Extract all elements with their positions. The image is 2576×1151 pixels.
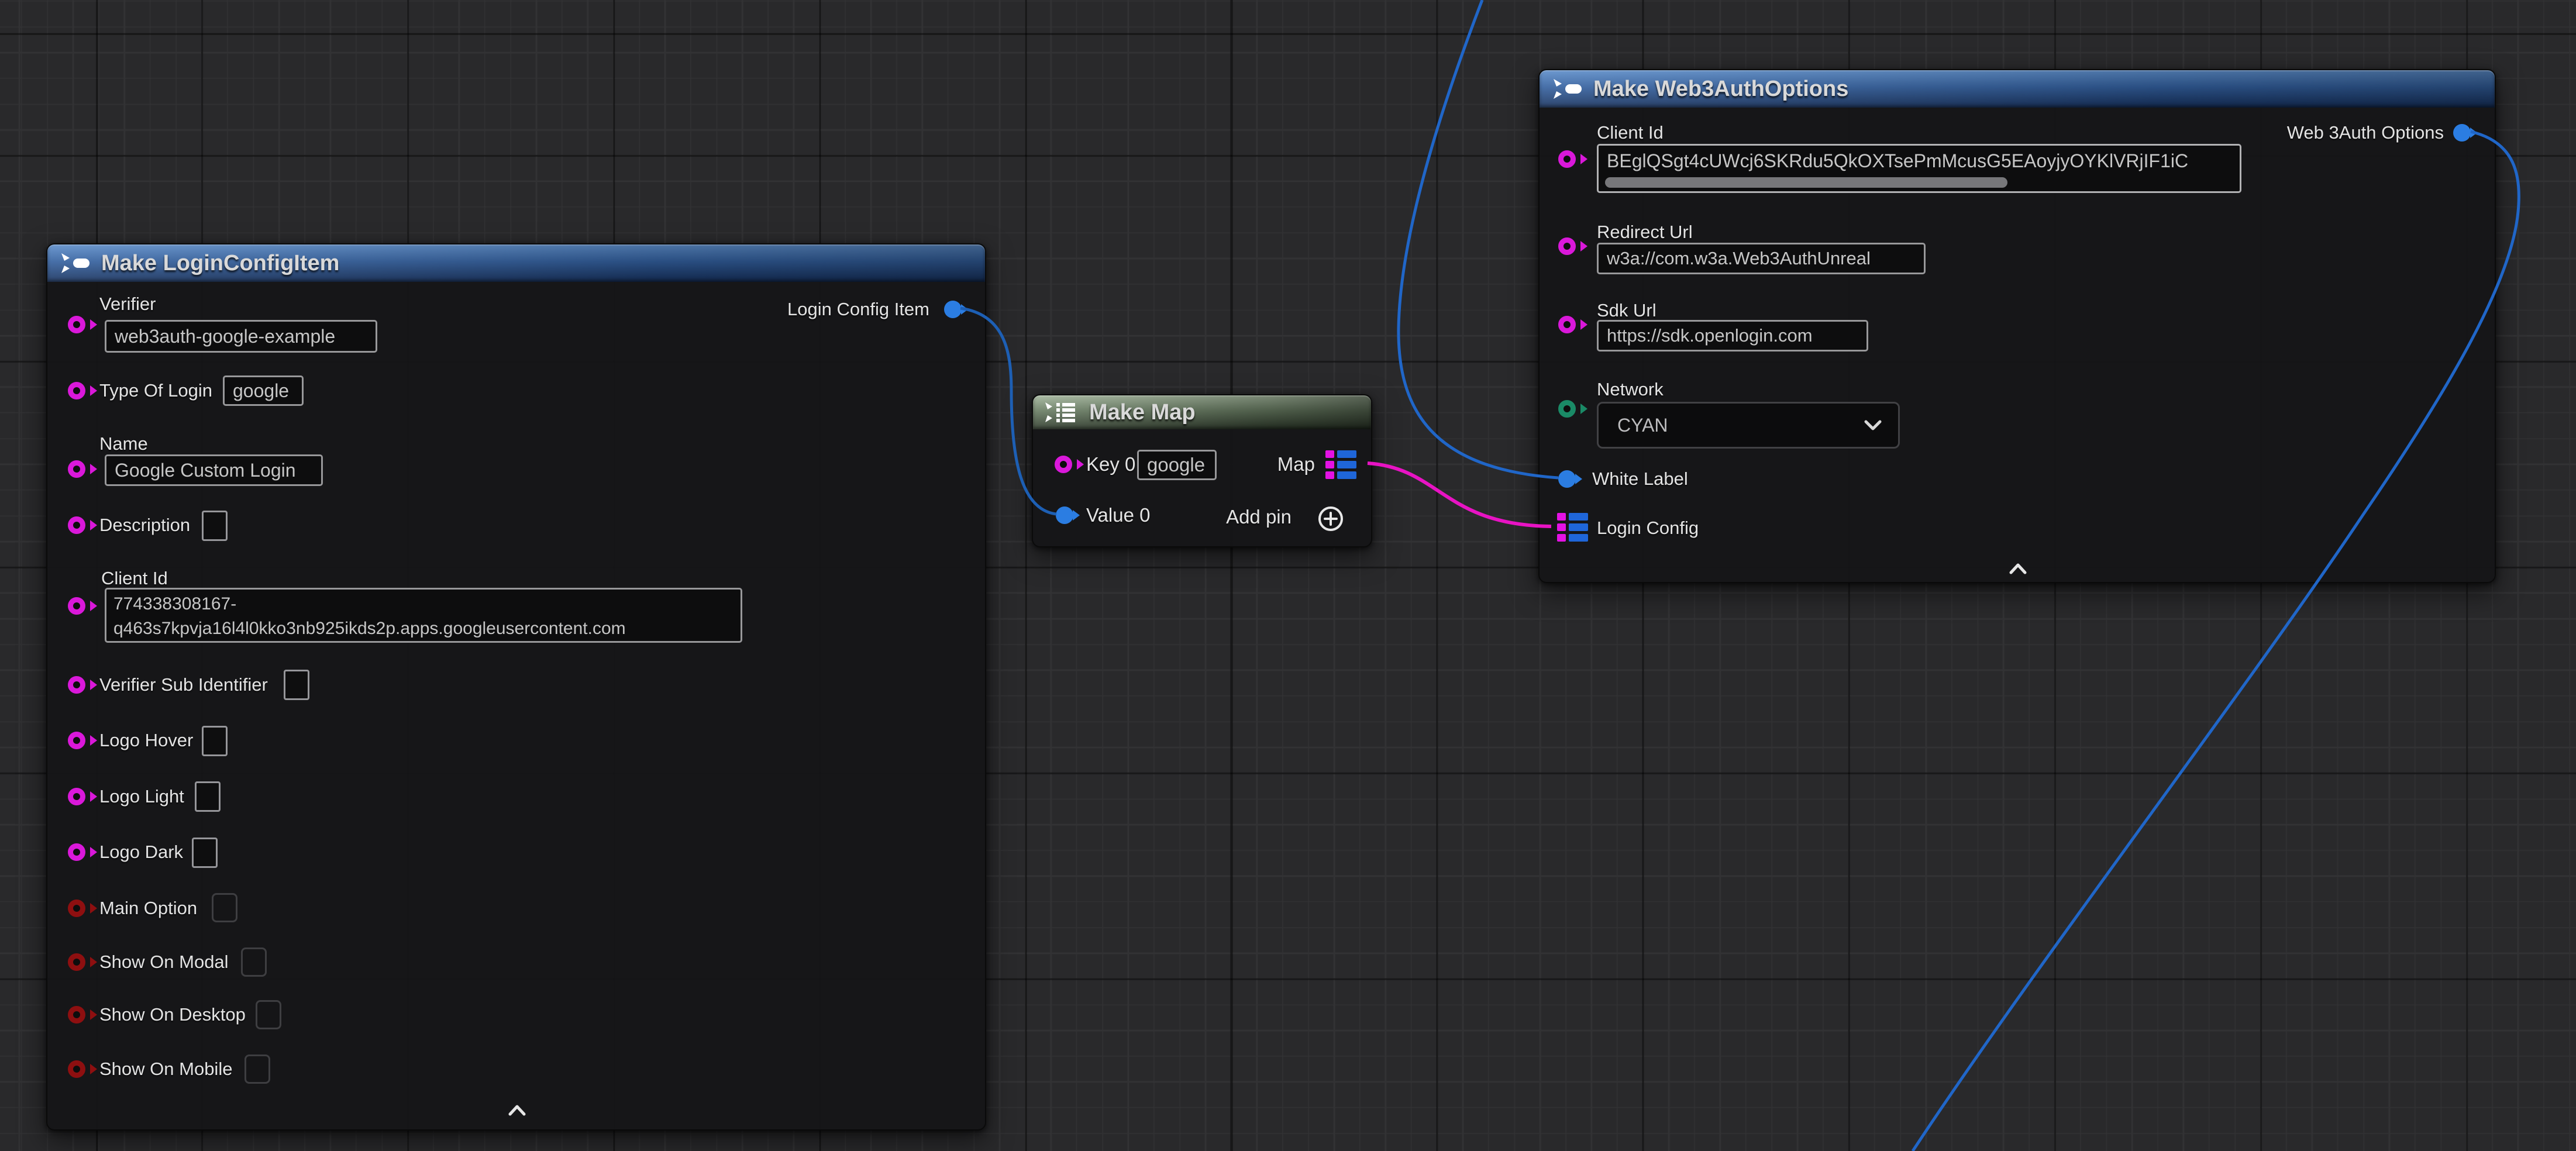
pin-label-name: Name [99,433,148,454]
add-pin-button[interactable] [1317,505,1344,532]
show-on-desktop-checkbox[interactable] [256,1000,281,1029]
dropdown-chevron-icon [1863,419,1883,432]
pin-label-client-id: Client Id [101,568,168,589]
pin-out-web3auth-options[interactable] [2453,124,2471,142]
pin-type-of-login[interactable] [68,382,85,399]
pin-verifier[interactable] [68,316,85,333]
add-pin-label: Add pin [1226,506,1292,528]
node-make-loginconfigitem: Make LoginConfigItem Login Config Item V… [46,243,986,1131]
pin-label-show-on-modal: Show On Modal [99,952,229,973]
pin-logo-hover[interactable] [68,732,85,749]
logo-hover-input[interactable] [202,726,228,756]
logo-light-input[interactable] [195,781,221,812]
pin-label-type-of-login: Type Of Login [99,380,212,401]
pin-network[interactable] [1558,400,1576,418]
show-on-mobile-checkbox[interactable] [244,1054,270,1084]
pin-label-logo-light: Logo Light [99,786,184,807]
make-struct-icon [59,251,92,275]
pin-redirect-url[interactable] [1558,237,1576,255]
pin-value-0[interactable] [1056,506,1073,524]
collapse-chevron-icon[interactable] [505,1102,529,1119]
redirect-url-input[interactable]: w3a://com.w3a.Web3AuthUnreal [1597,243,1926,274]
pin-main-option[interactable] [68,900,85,917]
network-selected-value: CYAN [1617,415,1668,436]
pin-label-description: Description [99,515,190,536]
verifier-input[interactable]: web3auth-google-example [105,320,377,353]
pin-label-logo-dark: Logo Dark [99,842,183,863]
type-of-login-input[interactable]: google [223,375,304,406]
logo-dark-input[interactable] [192,838,218,868]
node-header-make-loginconfigitem[interactable]: Make LoginConfigItem [47,244,985,282]
pin-logo-light[interactable] [68,788,85,805]
pin-label-sdk-url: Sdk Url [1597,300,1657,321]
client-id-line1: 774338308167- [113,592,733,616]
pin-white-label[interactable] [1558,470,1576,488]
pin-label-show-on-mobile: Show On Mobile [99,1059,232,1080]
pin-label-web3auth-options: Web 3Auth Options [2287,122,2444,143]
key-0-input[interactable]: google [1137,450,1217,480]
node-title: Make Map [1089,400,1196,425]
pin-name[interactable] [68,460,85,478]
pin-out-login-config-item[interactable] [944,301,962,318]
verifier-sub-identifier-input[interactable] [284,670,309,700]
pin-label-client-id: Client Id [1597,122,1664,143]
collapse-chevron-icon[interactable] [2006,560,2030,578]
network-dropdown[interactable]: CYAN [1597,402,1900,449]
pin-label-verifier: Verifier [99,294,156,315]
wire-map-to-login-config [1368,463,1551,526]
client-id-input[interactable]: BEglQSgt4cUWcj6SKRdu5QkOXTsePmMcusG5EAoy… [1597,144,2241,193]
client-id-input[interactable]: 774338308167- q463s7kpvja16l4l0kko3nb925… [105,588,742,643]
pin-label-key-0: Key 0 [1086,454,1135,475]
pin-label-verifier-sub-identifier: Verifier Sub Identifier [99,674,268,695]
pin-show-on-mobile[interactable] [68,1060,85,1078]
pin-sdk-url[interactable] [1558,316,1576,333]
blueprint-canvas[interactable]: Make LoginConfigItem Login Config Item V… [0,0,2576,1151]
main-option-checkbox[interactable] [212,893,237,922]
pin-client-id[interactable] [1558,150,1576,168]
wire-top-to-white-label [1399,0,1558,478]
node-title: Make Web3AuthOptions [1593,77,1848,102]
pin-label-redirect-url: Redirect Url [1597,222,1693,243]
sdk-url-input[interactable]: https://sdk.openlogin.com [1597,320,1868,351]
pin-show-on-modal[interactable] [68,953,85,971]
node-title: Make LoginConfigItem [101,251,339,276]
pin-label-login-config: Login Config [1597,518,1699,539]
pin-verifier-sub-identifier[interactable] [68,676,85,694]
node-make-web3authoptions: Make Web3AuthOptions Web 3Auth Options C… [1538,69,2496,583]
pin-label-main-option: Main Option [99,898,197,919]
pin-label-network: Network [1597,379,1664,400]
make-struct-icon [1551,77,1584,101]
pin-show-on-desktop[interactable] [68,1006,85,1024]
pin-label-value-0: Value 0 [1086,505,1150,526]
node-header-make-web3authoptions[interactable]: Make Web3AuthOptions [1540,70,2495,108]
pin-key-0[interactable] [1055,456,1072,473]
pin-out-map[interactable] [1325,450,1356,479]
name-input[interactable]: Google Custom Login [105,454,323,486]
pin-label-map: Map [1277,454,1315,475]
pin-label-logo-hover: Logo Hover [99,730,193,751]
client-id-line2: q463s7kpvja16l4l0kko3nb925ikds2p.apps.go… [113,616,733,641]
show-on-modal-checkbox[interactable] [241,947,267,977]
pin-logo-dark[interactable] [68,843,85,861]
pin-label-white-label: White Label [1592,468,1688,490]
node-header-make-map[interactable]: Make Map [1033,395,1371,429]
node-make-map: Make Map Key 0 google Map Value 0 Add pi… [1032,394,1372,547]
pin-client-id[interactable] [68,597,85,615]
client-id-text: BEglQSgt4cUWcj6SKRdu5QkOXTsePmMcusG5EAoy… [1607,149,2231,173]
pin-label-login-config-item: Login Config Item [787,299,929,320]
make-map-icon [1044,401,1081,424]
client-id-scrollbar[interactable] [1605,177,2007,188]
pin-login-config[interactable] [1557,513,1588,542]
pin-description[interactable] [68,516,85,534]
pin-label-show-on-desktop: Show On Desktop [99,1004,246,1025]
description-input[interactable] [202,511,228,541]
